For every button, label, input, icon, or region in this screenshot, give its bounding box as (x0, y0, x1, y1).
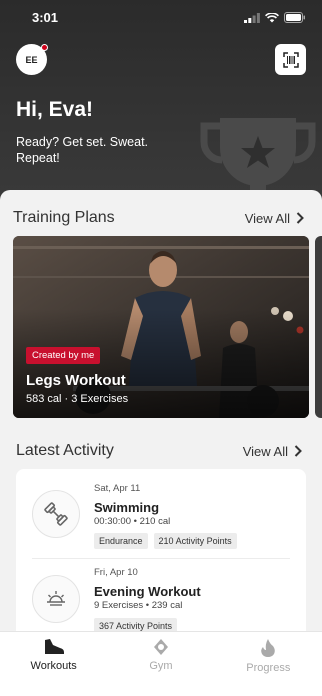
activity-meta: 9 Exercises • 239 cal (94, 600, 183, 611)
dumbbell-icon (32, 490, 80, 538)
status-time: 3:01 (32, 10, 59, 25)
avatar-initials: EE (25, 54, 38, 65)
latest-activity-header: Latest Activity View All (16, 442, 302, 460)
tab-workouts[interactable]: Workouts (0, 632, 107, 696)
plan-title: Legs Workout (26, 372, 126, 389)
barcode-scan-icon (282, 51, 299, 68)
barcode-scan-button[interactable] (275, 44, 306, 75)
training-plans-title: Training Plans (13, 209, 115, 226)
shoe-icon (44, 639, 64, 654)
signal-icon (244, 12, 260, 23)
training-plan-card[interactable]: Created by me Legs Workout 583 cal · 3 E… (13, 236, 309, 418)
next-plan-card-peek[interactable] (315, 236, 322, 418)
tab-progress[interactable]: Progress (215, 632, 322, 696)
workout-photo (13, 236, 309, 418)
tab-label: Workouts (30, 660, 77, 672)
avatar[interactable]: EE (16, 44, 48, 75)
status-icons (244, 12, 306, 23)
activity-tag: 210 Activity Points (153, 533, 237, 549)
tab-label: Gym (149, 660, 173, 672)
notification-dot (41, 44, 48, 51)
greeting-tagline: Ready? Get set. Sweat. Repeat! (16, 135, 149, 165)
training-plans-view-all[interactable]: View All (245, 211, 304, 226)
activity-date: Sat, Apr 11 (94, 483, 141, 494)
plan-meta: 583 cal · 3 Exercises (26, 393, 129, 405)
tab-label: Progress (246, 662, 291, 674)
chevron-right-icon (296, 212, 304, 224)
battery-icon (284, 12, 305, 23)
activity-date: Fri, Apr 10 (94, 567, 138, 578)
activity-title: Evening Workout (94, 584, 201, 599)
activity-item[interactable]: Sat, Apr 11 Swimming 00:30:00 • 210 cal … (16, 469, 306, 558)
activity-meta: 00:30:00 • 210 cal (94, 516, 171, 527)
tab-gym[interactable]: Gym (107, 632, 214, 696)
view-all-label: View All (242, 443, 288, 459)
bottom-tab-bar: Workouts Gym Progress (0, 631, 322, 696)
chevron-right-icon (294, 445, 302, 457)
location-icon (153, 639, 168, 655)
activity-tag: Endurance (94, 533, 148, 549)
activity-title: Swimming (94, 500, 160, 515)
training-plans-header: Training Plans View All (13, 209, 304, 227)
hero-header: 3:01 EE Hi, Eva! Ready? Get set. Sweat. … (0, 0, 322, 205)
latest-activity-title: Latest Activity (16, 442, 114, 459)
latest-activity-view-all[interactable]: View All (243, 444, 302, 459)
flame-icon (261, 639, 276, 657)
view-all-label: View All (244, 210, 290, 226)
wifi-icon (265, 12, 279, 22)
status-bar: 3:01 (0, 0, 322, 36)
activity-tags: Endurance 210 Activity Points (94, 533, 237, 549)
greeting-title: Hi, Eva! (16, 98, 94, 121)
sunset-icon (32, 575, 80, 623)
latest-activity-card: Sat, Apr 11 Swimming 00:30:00 • 210 cal … (16, 469, 306, 644)
created-by-me-badge: Created by me (26, 347, 101, 364)
